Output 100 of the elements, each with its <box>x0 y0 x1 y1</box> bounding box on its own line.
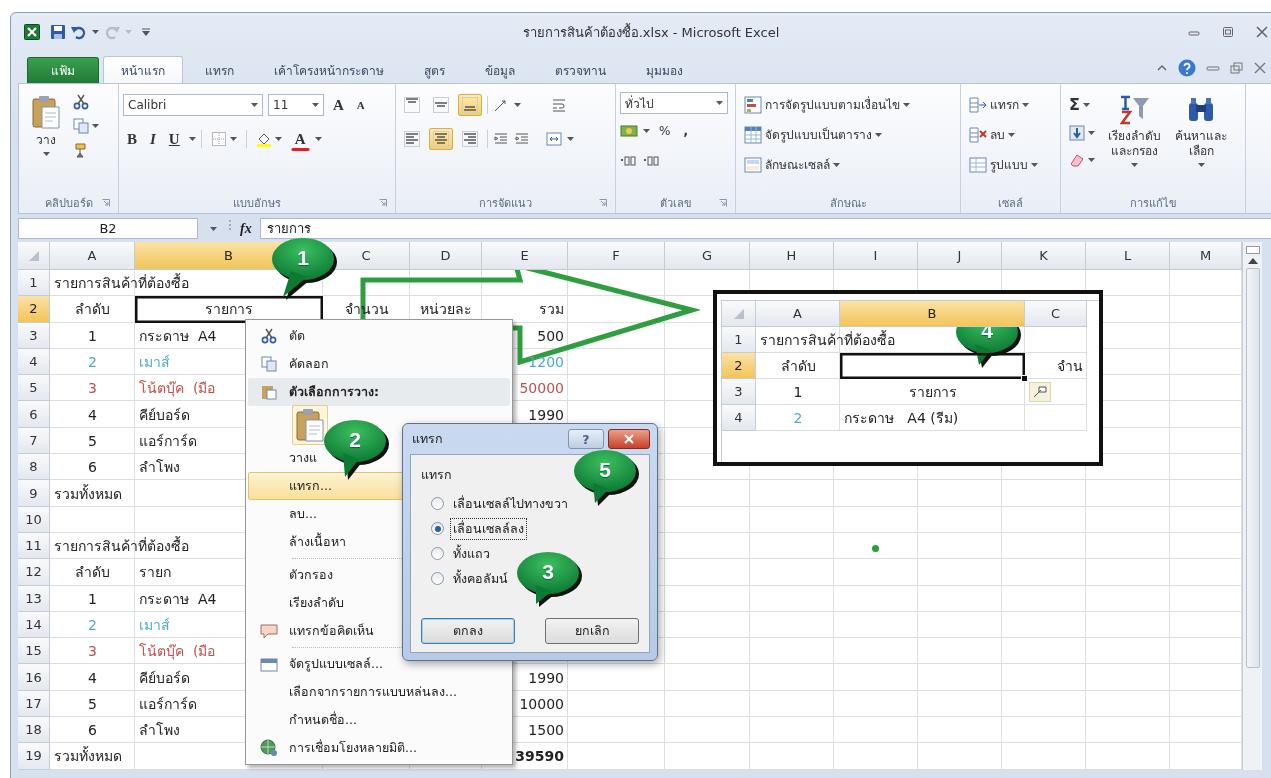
row-header[interactable]: 19 <box>18 743 50 770</box>
ribbon-tab[interactable]: แทรก <box>187 57 252 83</box>
row-header[interactable]: 3 <box>18 322 50 349</box>
column-header[interactable]: K <box>1002 242 1086 270</box>
help-icon[interactable] <box>1178 59 1196 77</box>
text-orientation-icon[interactable] <box>493 97 509 113</box>
menu-item[interactable]: การเชื่อมโยงหลายมิติ... <box>248 734 510 762</box>
row-header[interactable]: 1 <box>18 270 50 297</box>
sort-filter-button[interactable]: เรียงลำดับ และกรอง <box>1103 92 1166 193</box>
dialog-launcher-icon[interactable] <box>379 199 387 207</box>
row-header[interactable]: 16 <box>18 664 50 691</box>
column-header[interactable]: M <box>1170 242 1242 270</box>
styles-menu-button[interactable]: ลักษณะเซลล์ <box>740 152 914 177</box>
radio-button[interactable] <box>431 547 444 560</box>
radio-button[interactable] <box>431 522 444 535</box>
grow-font-button[interactable]: A <box>329 93 348 117</box>
restore-workbook-icon[interactable] <box>1230 62 1244 74</box>
column-header[interactable]: J <box>918 242 1002 270</box>
ribbon-tab[interactable]: หน้าแรก <box>103 56 183 84</box>
close-button[interactable] <box>1256 26 1268 38</box>
increase-decimal-icon[interactable] <box>620 155 638 167</box>
fill-down-icon[interactable] <box>1069 125 1085 141</box>
cancel-button[interactable]: ยกเลิก <box>545 618 639 644</box>
percent-button[interactable]: % <box>655 121 675 141</box>
cells-menu-button[interactable]: ลบ <box>965 122 1042 147</box>
formula-field[interactable]: รายการ <box>259 218 1271 239</box>
column-header[interactable]: D <box>410 242 482 270</box>
font-size-field[interactable]: 11 <box>268 94 324 116</box>
menu-item[interactable]: คัดลอก <box>248 350 510 378</box>
column-header[interactable]: B <box>840 301 1025 327</box>
file-tab[interactable]: แฟ้ม <box>27 57 99 83</box>
cell-styles-icon[interactable] <box>744 155 762 174</box>
table-format-icon[interactable] <box>744 125 762 144</box>
column-header[interactable]: A <box>756 301 840 327</box>
selected-cell[interactable] <box>840 353 1025 379</box>
italic-button[interactable]: I <box>146 127 160 151</box>
column-header[interactable]: G <box>665 242 750 270</box>
column-header[interactable]: C <box>1025 301 1087 327</box>
ribbon-tab[interactable]: ข้อมูล <box>467 57 533 83</box>
sort-filter-icon[interactable] <box>1119 95 1150 125</box>
wrap-text-icon[interactable] <box>551 97 567 113</box>
column-header[interactable]: H <box>750 242 834 270</box>
insert-cells-icon[interactable] <box>969 95 987 114</box>
menu-item[interactable]: ตัด <box>248 322 510 350</box>
row-header[interactable]: 4 <box>18 348 50 376</box>
format-painter-icon[interactable] <box>73 142 89 158</box>
maximize-button[interactable] <box>1222 26 1234 38</box>
row-header[interactable]: 1 <box>722 327 756 353</box>
font-color-button[interactable]: A <box>290 127 310 151</box>
decrease-decimal-icon[interactable] <box>643 155 661 167</box>
row-header[interactable]: 17 <box>18 690 50 718</box>
ribbon-tab[interactable]: เค้าโครงหน้ากระดาษ <box>256 57 402 83</box>
row-header[interactable]: 2 <box>18 296 50 323</box>
row-header[interactable]: 3 <box>722 379 756 405</box>
row-header[interactable]: 11 <box>18 532 50 560</box>
row-header[interactable]: 14 <box>18 611 50 639</box>
row-header[interactable]: 5 <box>18 375 50 402</box>
row-header[interactable]: 6 <box>18 401 50 428</box>
cut-icon[interactable] <box>73 94 89 110</box>
ribbon-tab[interactable]: สูตร <box>406 57 463 83</box>
ribbon-tab[interactable]: ตรวจทาน <box>537 57 624 83</box>
font-name-field[interactable]: Calibri <box>123 94 263 116</box>
number-format-field[interactable]: ทั่วไป <box>620 92 728 114</box>
row-header[interactable]: 8 <box>18 454 50 481</box>
dialog-launcher-icon[interactable] <box>599 199 607 207</box>
styles-menu-button[interactable]: การจัดรูปแบบตามเงื่อนไข <box>740 92 914 117</box>
row-header[interactable]: 4 <box>722 405 756 431</box>
help-button[interactable]: ? <box>568 429 604 449</box>
selected-cell[interactable]: รายการ <box>135 296 323 323</box>
radio-button[interactable] <box>431 497 444 510</box>
radio-option[interactable]: ทั้งคอลัมน์ <box>431 566 511 591</box>
eraser-icon[interactable] <box>1069 152 1085 168</box>
close-button[interactable] <box>608 429 650 449</box>
undo-icon[interactable] <box>71 24 87 40</box>
radio-option[interactable]: ทั้งแถว <box>431 541 493 566</box>
increase-indent-icon[interactable] <box>514 131 530 147</box>
row-header[interactable]: 13 <box>18 585 50 612</box>
paste-option-button[interactable] <box>292 405 328 445</box>
dialog-launcher-icon[interactable] <box>102 199 110 207</box>
customize-toolbar-icon[interactable] <box>142 28 150 36</box>
row-header[interactable]: 15 <box>18 638 50 665</box>
save-icon[interactable] <box>50 24 66 40</box>
menu-item[interactable]: เลือกจากรายการแบบหล่นลง... <box>248 678 510 706</box>
bold-button[interactable]: B <box>123 127 141 151</box>
conditional-format-icon[interactable] <box>744 95 762 114</box>
ribbon-tab[interactable]: มุมมอง <box>628 57 701 83</box>
styles-menu-button[interactable]: จัดรูปแบบเป็นตาราง <box>740 122 914 147</box>
dialog-launcher-icon[interactable] <box>719 199 727 207</box>
shrink-font-button[interactable]: A <box>352 96 369 114</box>
insert-function-button[interactable]: fx <box>232 218 260 239</box>
cell-format-icon[interactable] <box>969 155 987 174</box>
ok-button[interactable]: ตกลง <box>421 618 515 644</box>
comma-button[interactable]: , <box>679 121 692 141</box>
vertical-scrollbar[interactable] <box>1242 242 1262 770</box>
row-header[interactable]: 2 <box>722 353 756 379</box>
merge-cells-icon[interactable] <box>546 131 562 147</box>
paste-button[interactable]: วาง <box>23 92 69 193</box>
menu-item[interactable]: จัดรูปแบบเซลล์... <box>248 650 510 678</box>
underline-button[interactable]: U <box>164 127 184 151</box>
autosum-button[interactable]: Σ <box>1065 92 1099 117</box>
